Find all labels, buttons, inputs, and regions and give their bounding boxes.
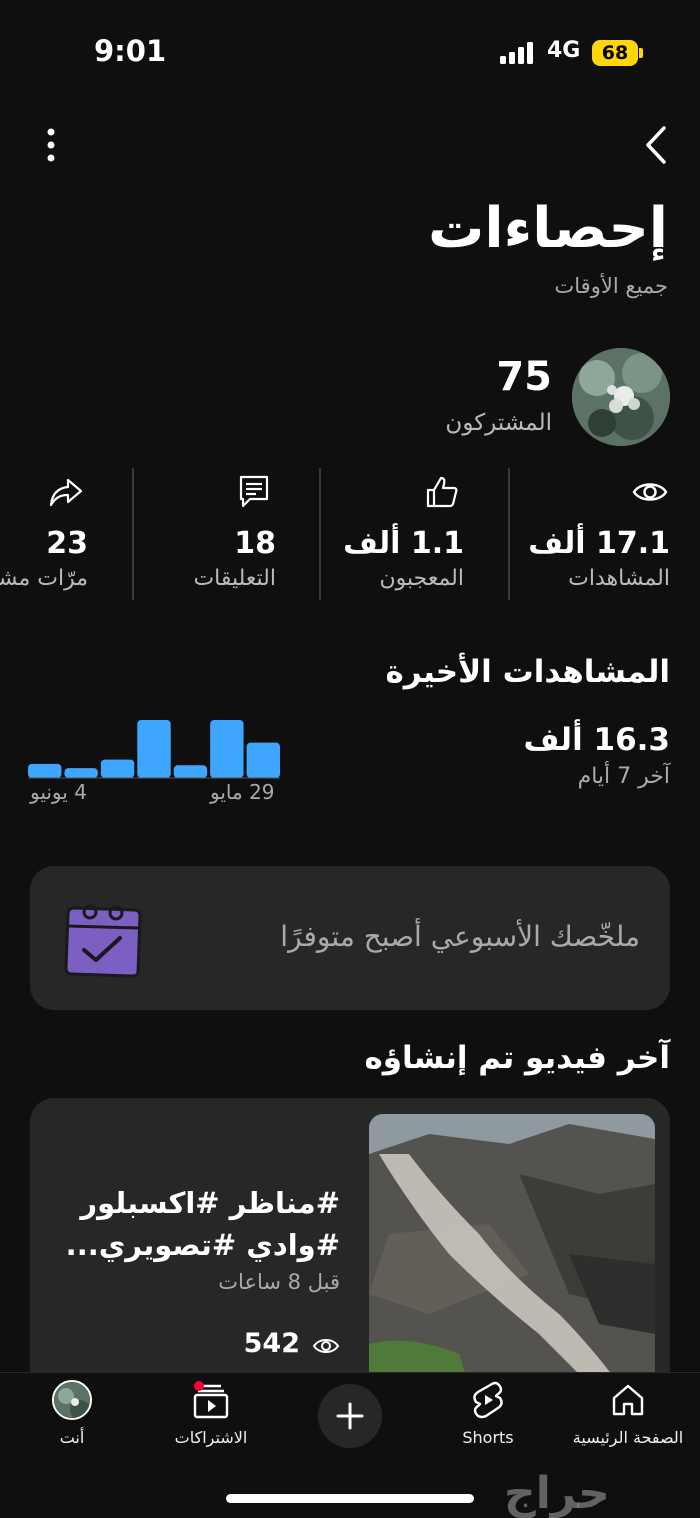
more-options-icon[interactable] <box>36 126 66 164</box>
recent-views-value: 16.3 ألف <box>523 722 670 758</box>
stat-label: المشاهدات <box>568 566 670 591</box>
latest-video-title: آخر فيديو تم إنشاؤه <box>364 1040 670 1076</box>
subscriber-label: المشتركون <box>445 410 552 436</box>
nav-shorts[interactable]: Shorts <box>448 1380 528 1450</box>
video-view-count: 542 <box>243 1328 300 1359</box>
video-title-line2: #وادي #تصويري... <box>65 1228 340 1262</box>
stat-divider <box>132 468 134 600</box>
video-age: قبل 8 ساعات <box>218 1270 340 1294</box>
recent-views-period: آخر 7 أيام <box>577 764 670 789</box>
stat-divider <box>319 468 321 600</box>
network-type: 4G <box>547 38 581 63</box>
comment-icon <box>239 475 269 508</box>
nav-subscriptions-label: الاشتراكات <box>174 1428 248 1447</box>
chart-bar[interactable] <box>64 768 98 778</box>
recent-views-chart[interactable] <box>28 712 280 782</box>
nav-home[interactable]: الصفحة الرئيسية <box>566 1380 690 1450</box>
stat-views[interactable]: 17.1 ألف المشاهدات <box>512 468 672 600</box>
back-chevron-icon[interactable] <box>640 124 676 166</box>
eye-icon <box>312 1339 340 1353</box>
stat-label: المعجبون <box>379 566 464 591</box>
channel-avatar <box>572 348 670 446</box>
signal-icon <box>500 42 533 64</box>
share-icon <box>49 478 83 507</box>
stat-comments[interactable]: 18 التعليقات <box>136 468 282 600</box>
thumbs-up-icon <box>426 476 458 508</box>
page-title: إحصاءات <box>428 196 668 261</box>
chart-bar[interactable] <box>173 765 208 778</box>
chart-bar[interactable] <box>137 720 171 778</box>
stat-likes[interactable]: 1.1 ألف المعجبون <box>322 468 470 600</box>
period-selector[interactable]: جميع الأوقات <box>555 274 668 298</box>
stat-divider <box>508 468 510 600</box>
stat-value: 1.1 ألف <box>343 526 464 561</box>
chart-bar[interactable] <box>100 759 135 778</box>
watermark-logo: حراج <box>504 1468 610 1518</box>
nav-you-label: أنت <box>59 1428 85 1447</box>
weekly-summary-text: ملخّصك الأسبوعي أصبح متوفرًا <box>280 920 640 953</box>
calendar-check-icon <box>64 904 142 978</box>
profile-avatar <box>52 1380 92 1420</box>
chart-bar[interactable] <box>28 763 62 778</box>
plus-icon <box>336 1402 364 1430</box>
stat-value: 17.1 ألف <box>528 526 670 561</box>
battery-indicator: 68 <box>592 40 638 66</box>
stat-value: 18 <box>234 526 276 561</box>
shorts-icon <box>473 1381 503 1419</box>
chart-bar[interactable] <box>246 742 280 778</box>
home-indicator <box>226 1494 474 1503</box>
video-title[interactable]: #مناظر #اكسبلور #وادي #تصويري... <box>40 1182 340 1266</box>
create-button[interactable] <box>318 1384 382 1448</box>
nav-subscriptions[interactable]: الاشتراكات <box>168 1380 254 1450</box>
subscriptions-icon <box>193 1381 229 1419</box>
chart-axis-end: 4 يونيو <box>30 780 87 804</box>
video-thumbnail[interactable] <box>369 1114 655 1384</box>
status-time: 9:01 <box>94 34 167 68</box>
stat-value: 23 <box>46 526 88 561</box>
chart-bar[interactable] <box>210 720 244 778</box>
chart-axis-start: 29 مايو <box>210 780 275 804</box>
battery-tip <box>639 48 643 58</box>
nav-shorts-label: Shorts <box>462 1428 514 1447</box>
nav-home-label: الصفحة الرئيسية <box>572 1428 684 1447</box>
stat-shares[interactable]: 23 مرّات مشا <box>0 468 94 600</box>
home-icon <box>612 1384 644 1416</box>
video-title-line1: #مناظر #اكسبلور <box>80 1186 340 1220</box>
eye-icon <box>632 483 668 501</box>
stat-label: التعليقات <box>193 566 276 591</box>
stat-label: مرّات مشا <box>0 566 88 591</box>
subscriber-count: 75 <box>496 354 552 400</box>
nav-you[interactable]: أنت <box>42 1380 102 1450</box>
recent-views-title: المشاهدات الأخيرة <box>385 654 671 690</box>
